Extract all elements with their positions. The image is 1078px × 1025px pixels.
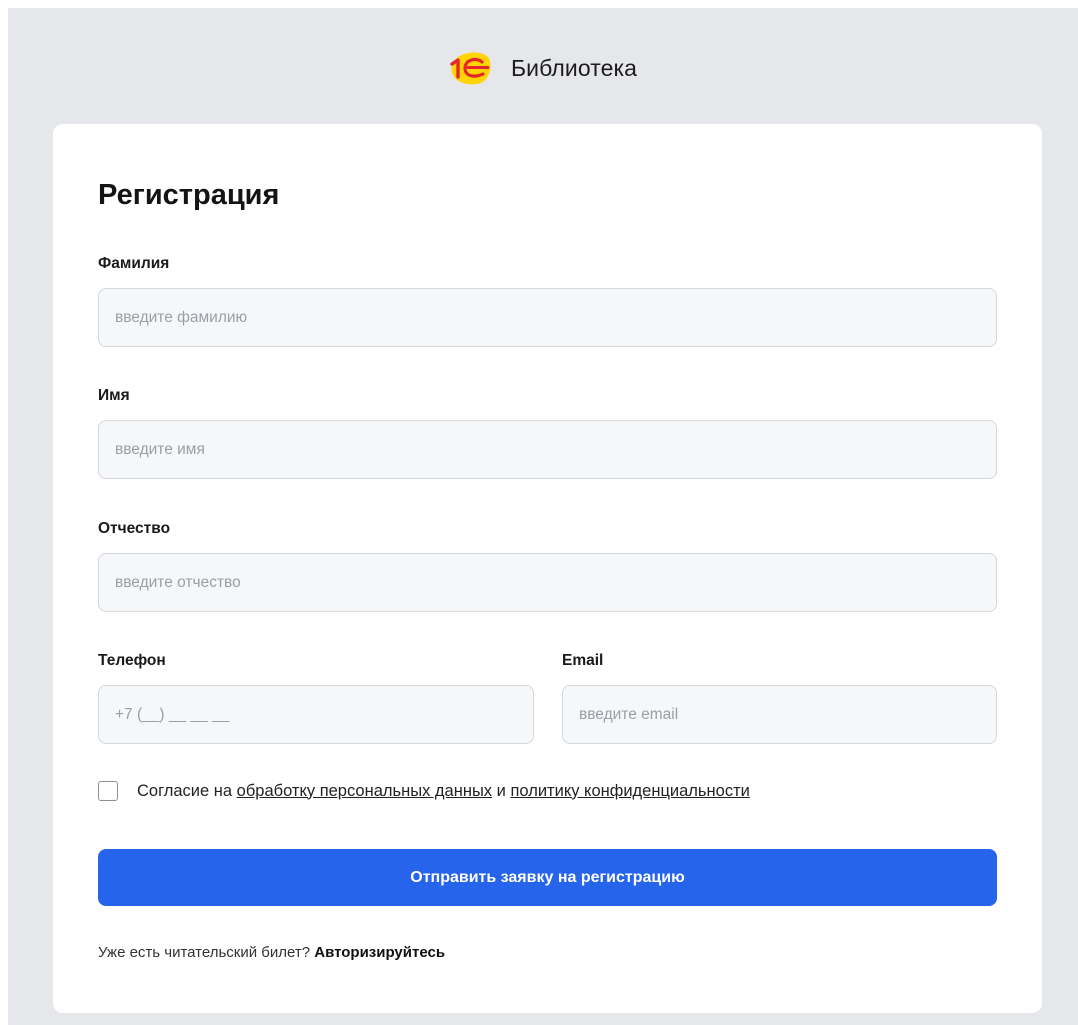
email-input[interactable] [562, 685, 997, 744]
consent-checkbox[interactable] [98, 781, 118, 801]
patronymic-input[interactable] [98, 553, 997, 612]
consent-prefix: Согласие на [137, 781, 237, 800]
registration-card: Регистрация Фамилия Имя Отчество Телефон… [53, 124, 1042, 1013]
page-title: Регистрация [98, 179, 280, 211]
lastname-input[interactable] [98, 288, 997, 347]
phone-input[interactable] [98, 685, 534, 744]
header: Библиотека [8, 46, 1078, 90]
login-prompt-text: Уже есть читательский билет? [98, 944, 315, 961]
1c-logo-icon [449, 50, 493, 86]
email-label: Email [562, 652, 604, 669]
consent-text: Согласие на обработку персональных данны… [137, 782, 750, 801]
page-background: Библиотека Регистрация Фамилия Имя Отчес… [8, 8, 1078, 1025]
consent-middle: и [492, 781, 511, 800]
personal-data-link[interactable]: обработку персональных данных [237, 782, 492, 800]
login-prompt: Уже есть читательский билет? Авторизируй… [98, 944, 445, 961]
patronymic-label: Отчество [98, 520, 171, 537]
phone-label: Телефон [98, 652, 166, 669]
app-title: Библиотека [510, 54, 638, 81]
firstname-label: Имя [98, 387, 130, 404]
firstname-input[interactable] [98, 420, 997, 479]
lastname-label: Фамилия [98, 255, 170, 272]
consent-row: Согласие на обработку персональных данны… [98, 781, 750, 801]
login-link[interactable]: Авторизируйтесь [314, 944, 445, 961]
submit-registration-button[interactable]: Отправить заявку на регистрацию [98, 849, 997, 906]
privacy-policy-link[interactable]: политику конфиденциальности [510, 782, 749, 800]
